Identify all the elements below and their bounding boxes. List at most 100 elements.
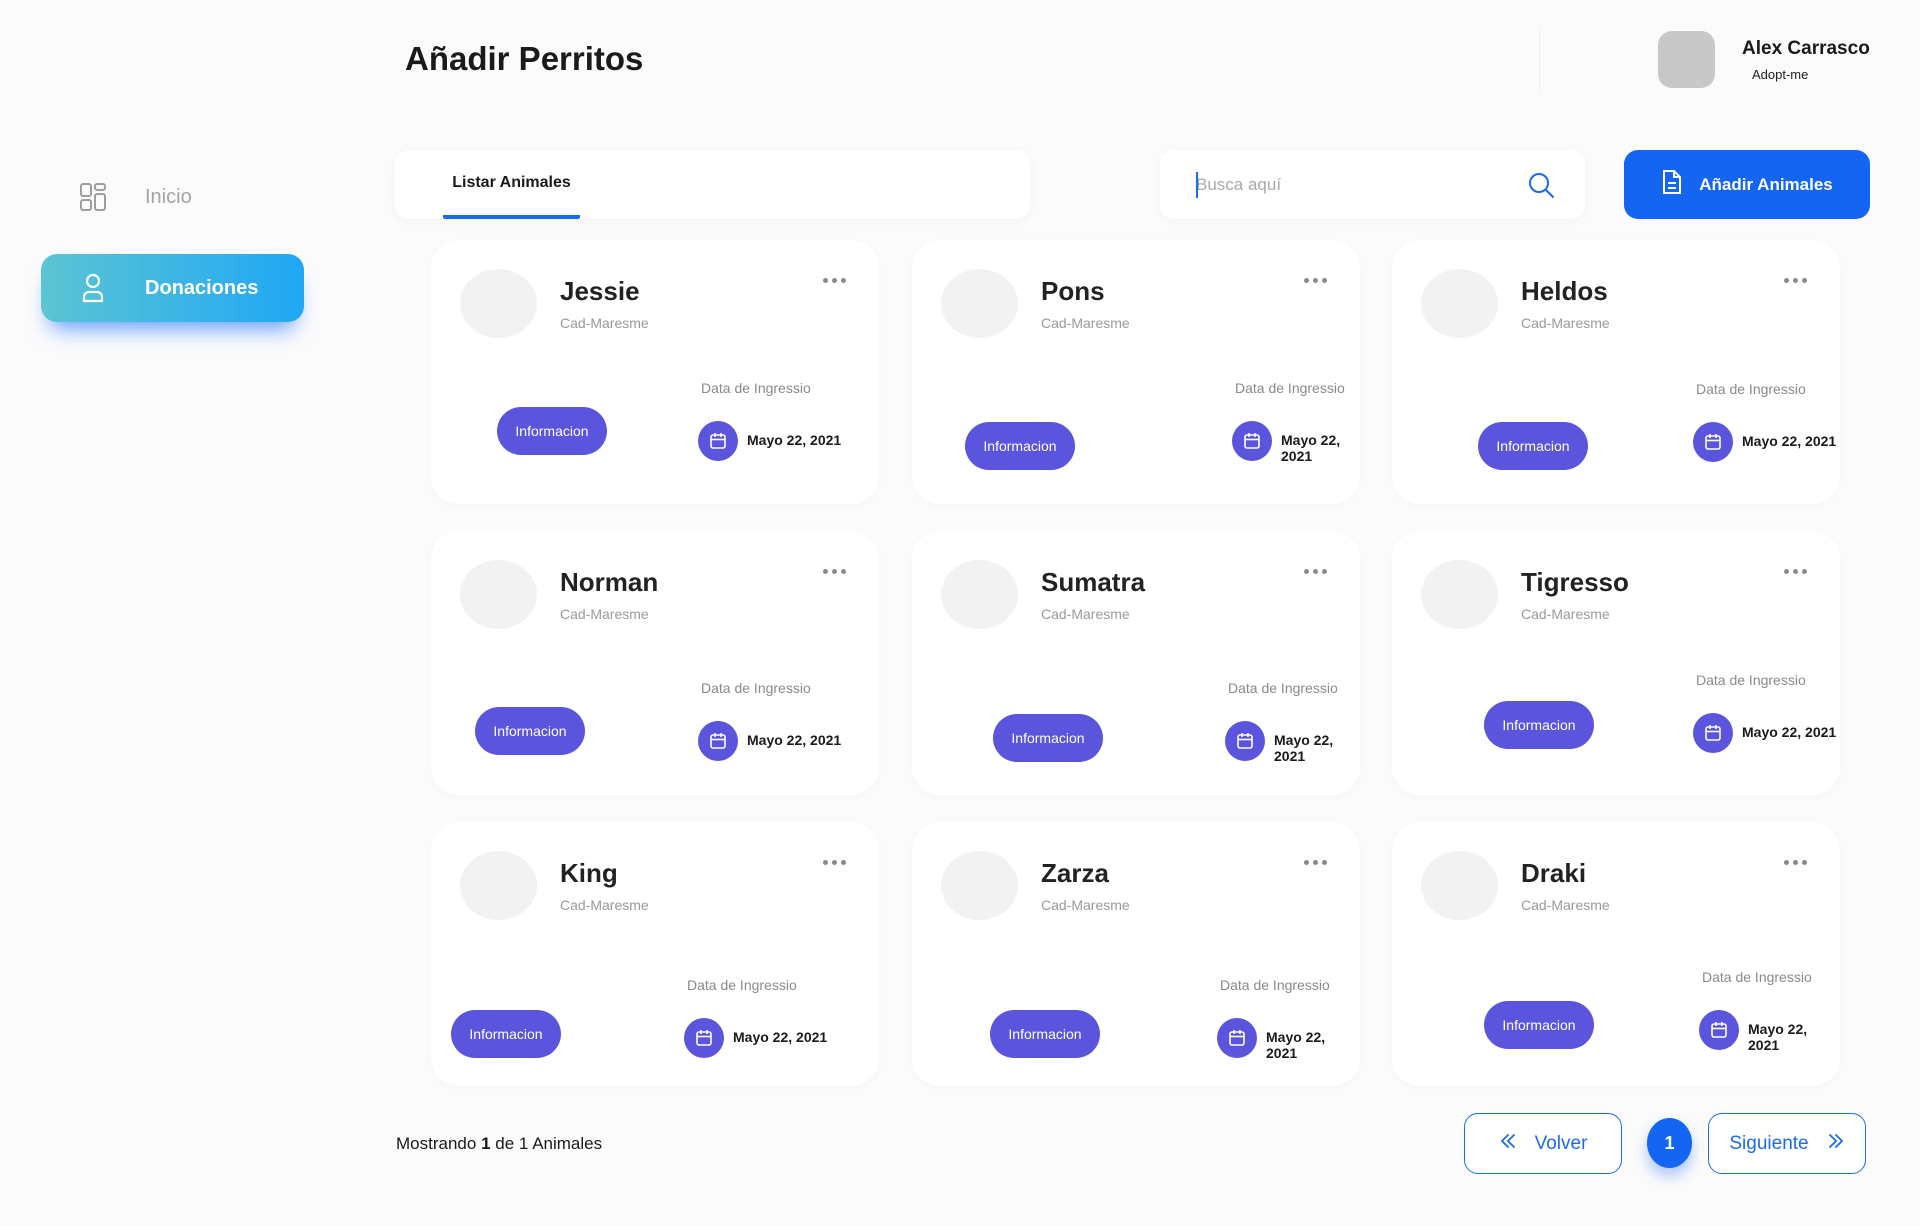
add-animals-label: Añadir Animales (1699, 174, 1833, 194)
more-options-icon[interactable] (1784, 274, 1807, 287)
prev-page-label: Volver (1534, 1132, 1588, 1154)
more-options-icon[interactable] (1304, 856, 1327, 869)
more-options-icon[interactable] (823, 856, 846, 869)
informacion-button[interactable]: Informacion (1484, 701, 1594, 749)
pet-card: Tigresso Cad-Maresme Informacion Data de… (1392, 531, 1840, 795)
informacion-button[interactable]: Informacion (451, 1010, 561, 1058)
pet-name: Draki (1521, 858, 1587, 888)
pet-name: Heldos (1521, 276, 1608, 306)
pet-card: Pons Cad-Maresme Informacion Data de Ing… (912, 240, 1360, 504)
date-value: Mayo 22, 2021 (747, 732, 842, 748)
pet-location: Cad-Maresme (560, 897, 649, 913)
user-name: Alex Carrasco (1742, 38, 1870, 59)
pet-avatar (1421, 269, 1498, 338)
prev-page-button[interactable]: Volver (1464, 1113, 1622, 1174)
pet-location: Cad-Maresme (1041, 315, 1130, 331)
pet-avatar (460, 851, 537, 920)
pet-avatar (941, 269, 1018, 338)
sidebar-item-label: Inicio (145, 185, 192, 208)
date-label: Data de Ingressio (687, 977, 797, 993)
calendar-icon (698, 721, 738, 761)
sidebar-item-inicio[interactable]: Inicio (41, 163, 304, 231)
pet-card: Heldos Cad-Maresme Informacion Data de I… (1392, 240, 1840, 504)
search-icon[interactable] (1526, 170, 1556, 200)
calendar-icon (1693, 713, 1733, 753)
pet-card: Sumatra Cad-Maresme Informacion Data de … (912, 531, 1360, 795)
date-label: Data de Ingressio (1696, 672, 1806, 688)
sidebar-item-donaciones[interactable]: Donaciones (41, 254, 304, 322)
pet-avatar (941, 560, 1018, 629)
pet-name: Sumatra (1041, 567, 1146, 597)
more-options-icon[interactable] (1784, 856, 1807, 869)
more-options-icon[interactable] (1304, 274, 1327, 287)
text-caret (1196, 172, 1198, 198)
pet-location: Cad-Maresme (560, 315, 649, 331)
avatar[interactable] (1658, 31, 1715, 88)
next-page-button[interactable]: Siguiente (1708, 1113, 1866, 1174)
pet-card: Zarza Cad-Maresme Informacion Data de In… (912, 822, 1360, 1086)
next-page-label: Siguiente (1729, 1132, 1809, 1154)
pet-avatar (460, 269, 537, 338)
pet-card: King Cad-Maresme Informacion Data de Ing… (431, 822, 879, 1086)
date-value: Mayo 22, 2021 (1742, 433, 1837, 449)
date-value: Mayo 22, 2021 (1742, 724, 1837, 740)
calendar-icon (1232, 421, 1272, 461)
date-label: Data de Ingressio (1220, 977, 1330, 993)
calendar-icon (1217, 1018, 1257, 1058)
date-label: Data de Ingressio (701, 380, 811, 396)
pet-location: Cad-Maresme (560, 606, 649, 622)
pet-card: Draki Cad-Maresme Informacion Data de In… (1392, 822, 1840, 1086)
informacion-button[interactable]: Informacion (497, 407, 607, 455)
more-options-icon[interactable] (1304, 565, 1327, 578)
pet-name: Jessie (560, 276, 640, 306)
calendar-icon (1693, 422, 1733, 462)
date-value: Mayo 22, 2021 (1266, 1029, 1326, 1061)
pet-name: Tigresso (1521, 567, 1629, 597)
informacion-button[interactable]: Informacion (990, 1010, 1100, 1058)
pet-location: Cad-Maresme (1041, 897, 1130, 913)
date-label: Data de Ingressio (701, 680, 811, 696)
date-label: Data de Ingressio (1235, 380, 1345, 396)
user-icon (41, 273, 145, 303)
chevrons-right-icon (1827, 1133, 1845, 1155)
informacion-button[interactable]: Informacion (1478, 422, 1588, 470)
pet-name: Zarza (1041, 858, 1109, 888)
search-input[interactable] (1196, 168, 1496, 202)
date-value: Mayo 22, 2021 (1281, 432, 1341, 464)
informacion-button[interactable]: Informacion (475, 707, 585, 755)
add-animals-button[interactable]: Añadir Animales (1624, 150, 1870, 219)
date-value: Mayo 22, 2021 (1274, 732, 1334, 764)
pet-card: Jessie Cad-Maresme Informacion Data de I… (431, 240, 879, 504)
tab-listar-animales[interactable]: Listar Animales (443, 150, 580, 219)
page-title: Añadir Perritos (405, 40, 644, 77)
pet-avatar (460, 560, 537, 629)
search-box (1160, 150, 1585, 219)
calendar-icon (684, 1018, 724, 1058)
results-summary: Mostrando 1 de 1 Animales (396, 1134, 603, 1153)
document-icon (1661, 169, 1683, 200)
pet-name: King (560, 858, 618, 888)
calendar-icon (1699, 1010, 1739, 1050)
date-value: Mayo 22, 2021 (733, 1029, 828, 1045)
date-label: Data de Ingressio (1702, 969, 1812, 985)
pet-avatar (1421, 851, 1498, 920)
pet-location: Cad-Maresme (1041, 606, 1130, 622)
informacion-button[interactable]: Informacion (1484, 1001, 1594, 1049)
informacion-button[interactable]: Informacion (993, 714, 1103, 762)
informacion-button[interactable]: Informacion (965, 422, 1075, 470)
more-options-icon[interactable] (1784, 565, 1807, 578)
pet-location: Cad-Maresme (1521, 897, 1610, 913)
date-label: Data de Ingressio (1696, 381, 1806, 397)
calendar-icon (698, 421, 738, 461)
pet-name: Norman (560, 567, 659, 597)
current-page-indicator[interactable]: 1 (1647, 1118, 1692, 1168)
date-value: Mayo 22, 2021 (747, 432, 842, 448)
chevrons-left-icon (1499, 1133, 1517, 1155)
tabs-bar: Listar Animales (395, 150, 1030, 219)
pet-card: Norman Cad-Maresme Informacion Data de I… (431, 531, 879, 795)
calendar-icon (1225, 721, 1265, 761)
header-divider (1539, 30, 1540, 90)
more-options-icon[interactable] (823, 274, 846, 287)
more-options-icon[interactable] (823, 565, 846, 578)
pet-location: Cad-Maresme (1521, 315, 1610, 331)
